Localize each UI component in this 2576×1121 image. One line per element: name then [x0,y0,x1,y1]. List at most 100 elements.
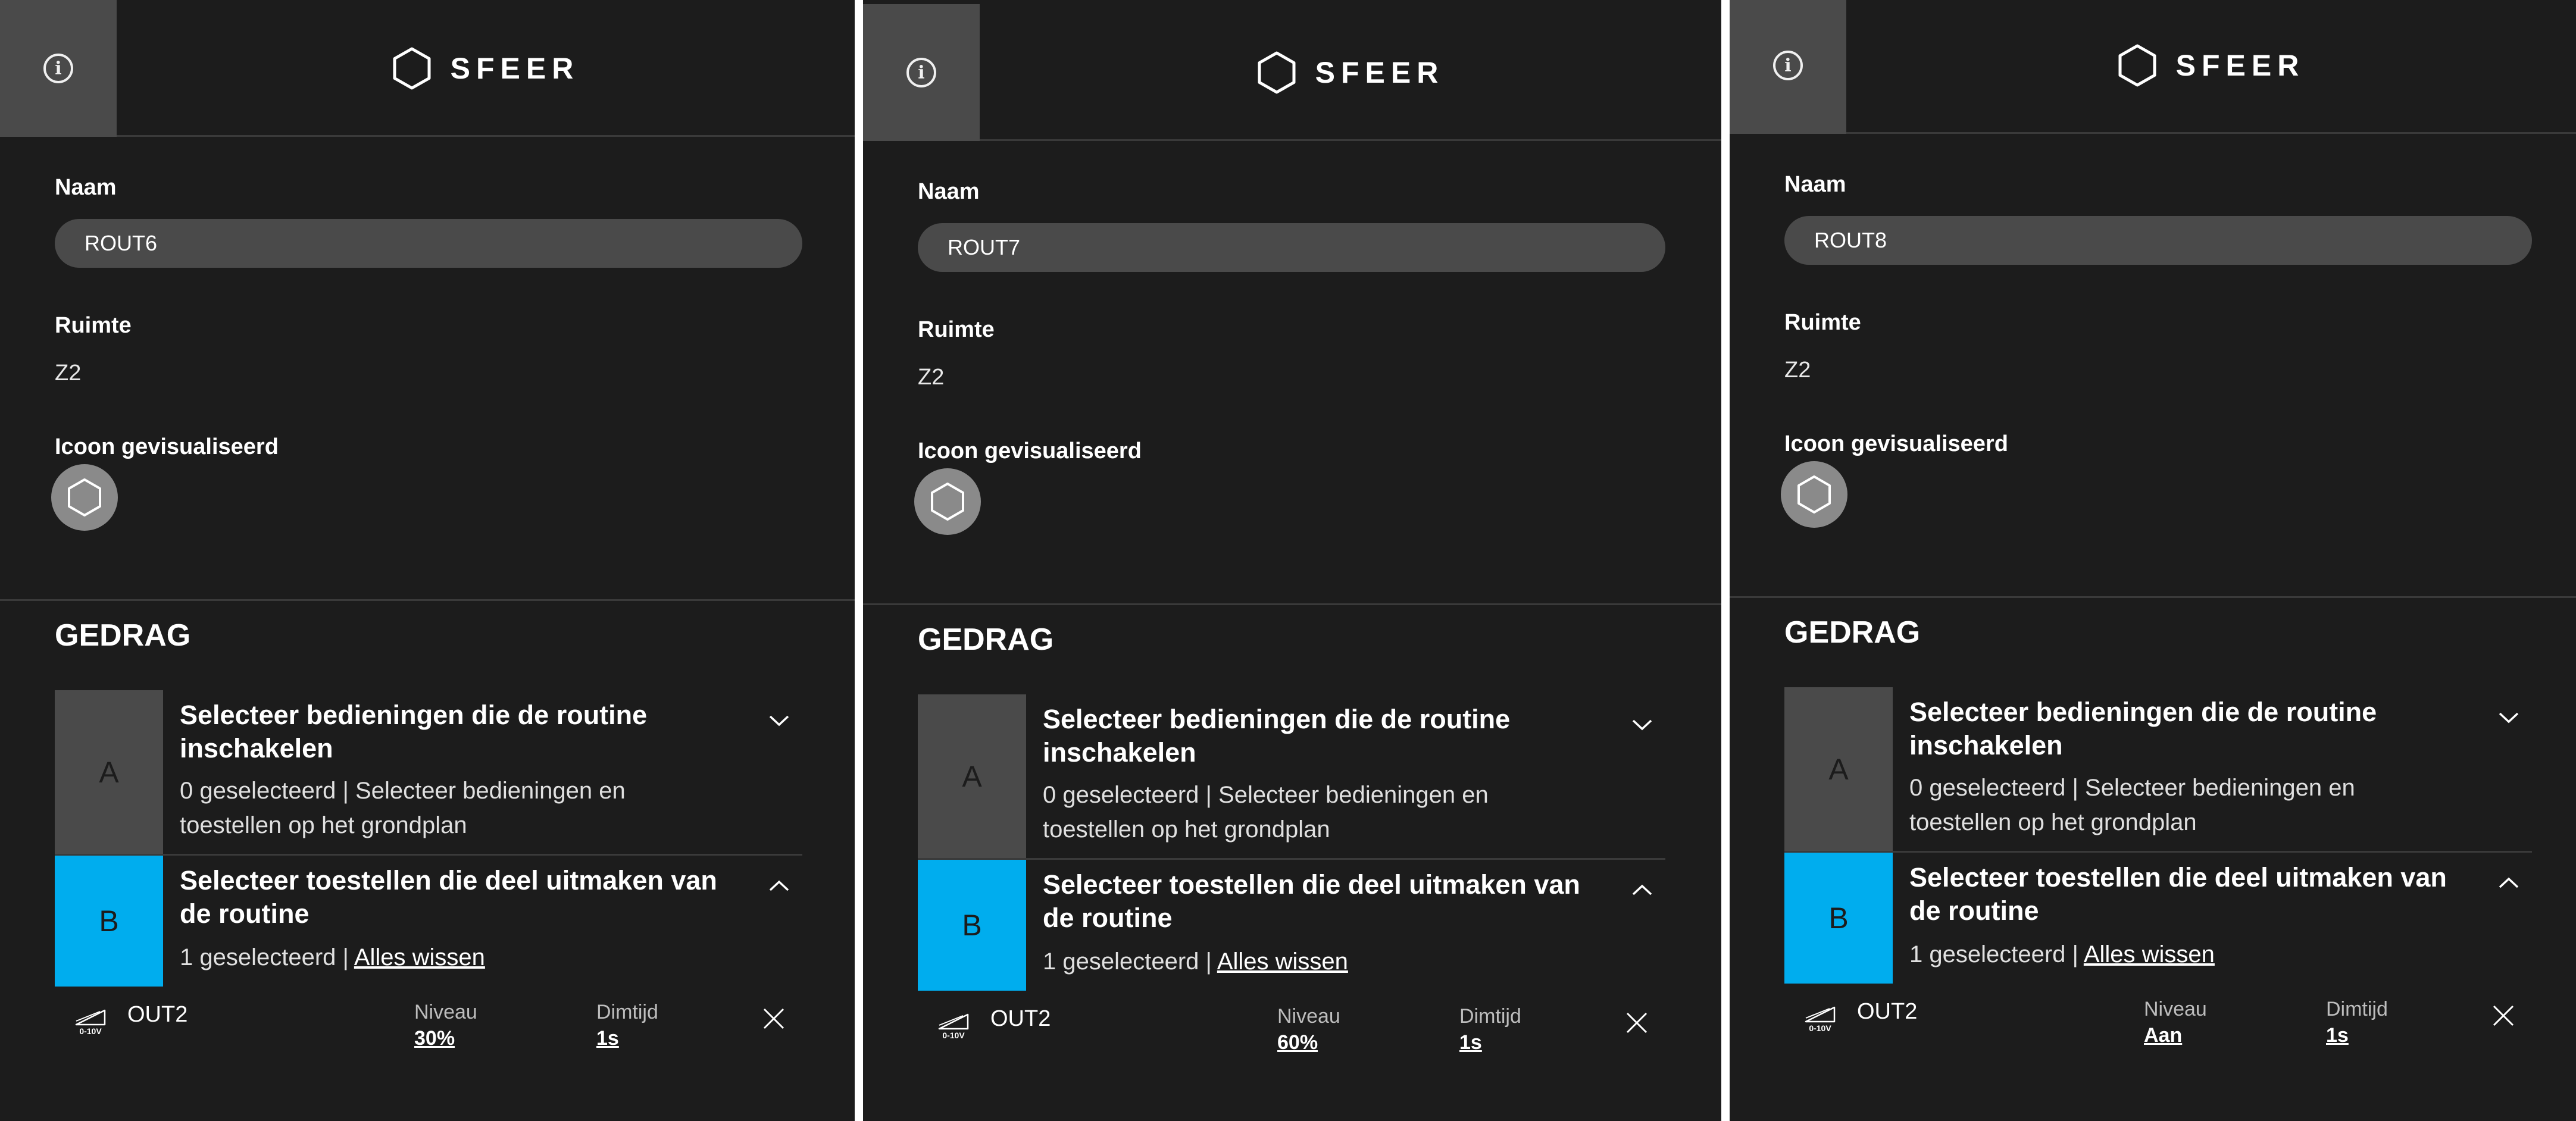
step-a-count: 0 geselecteerd [1043,782,1199,808]
hexagon-icon [1258,51,1296,94]
device-name: OUT2 [127,1002,188,1027]
hexagon-icon [393,47,431,90]
step-a-subtitle: 0 geselecteerd | Selecteer bedieningen e… [1909,775,2355,835]
routine-icon-picker[interactable] [51,464,118,531]
device-row: 0-10V OUT2 Niveau Aan Dimtijd 1s [1784,987,2532,1047]
behaviour-title: GEDRAG [918,622,1054,657]
step-b-title: Selecteer toestellen die deel uitmaken v… [180,865,717,929]
dimmer-0-10v-icon: 0-10V [75,1009,106,1036]
routine-icon-picker[interactable] [914,468,981,535]
step-a-title: Selecteer bedieningen die de routine ins… [1043,704,1511,768]
dim-time-value[interactable]: 1s [596,1027,619,1050]
step-b-subtitle: 1 geselecteerd | Alles wissen [1043,948,1348,975]
info-icon: i [906,58,936,87]
dimmer-icon-text: 0-10V [1809,1023,1831,1033]
level-value[interactable]: Aan [2144,1024,2182,1047]
brand-name: SFEER [2175,49,2305,82]
step-b-box: B [1784,853,1893,984]
routine-panel: i SFEER Naam ROUT7 Ruimte Z2 Icoon gevis… [863,0,1721,1121]
step-a-box: A [55,690,163,854]
step-a-subtitle: 0 geselecteerd | Selecteer bedieningen e… [180,778,626,838]
hexagon-icon [2118,44,2156,87]
clear-all-link[interactable]: Alles wissen [354,944,485,970]
step-a-row[interactable]: A Selecteer bedieningen die de routine i… [1784,687,2532,853]
name-input[interactable]: ROUT7 [918,223,1665,272]
hexagon-icon [931,483,964,521]
chevron-down-icon[interactable] [764,706,794,735]
behaviour-title: GEDRAG [55,618,191,653]
room-label: Ruimte [918,317,995,342]
close-icon[interactable] [1624,1010,1650,1036]
step-a-title: Selecteer bedieningen die de routine ins… [1909,697,2377,760]
name-label: Naam [918,179,980,204]
step-b-row[interactable]: B Selecteer toestellen die deel uitmaken… [1784,853,2532,984]
chevron-down-icon[interactable] [1627,710,1657,740]
routine-info-section: Naam ROUT8 Ruimte Z2 Icoon gevisualiseer… [1730,134,2576,598]
step-b-subtitle: 1 geselecteerd | Alles wissen [1909,941,2215,967]
step-b-title: Selecteer toestellen die deel uitmaken v… [1909,862,2447,926]
step-b-row[interactable]: B Selecteer toestellen die deel uitmaken… [918,860,1665,991]
level-label: Niveau [1277,1005,1340,1028]
level-label: Niveau [2144,998,2207,1020]
header: i SFEER [1730,0,2576,134]
step-a-row[interactable]: A Selecteer bedieningen die de routine i… [918,694,1665,860]
level-label: Niveau [414,1001,477,1023]
step-b-title: Selecteer toestellen die deel uitmaken v… [1043,869,1580,933]
room-label: Ruimte [55,313,132,338]
clear-all-link[interactable]: Alles wissen [2084,941,2215,967]
close-icon[interactable] [761,1006,787,1032]
name-input[interactable]: ROUT8 [1784,216,2532,265]
chevron-down-icon[interactable] [2494,703,2524,732]
step-b-count: 1 geselecteerd [1909,941,2066,967]
info-button[interactable]: i [1730,0,1846,134]
room-value: Z2 [1784,358,1811,383]
dim-time-label: Dimtijd [1459,1005,1521,1028]
step-b-count: 1 geselecteerd [1043,948,1199,975]
level-value[interactable]: 60% [1277,1031,1318,1054]
clear-all-link[interactable]: Alles wissen [1217,948,1348,975]
brand-name: SFEER [450,52,580,85]
brand-logo: SFEER [980,4,1721,141]
info-button[interactable]: i [863,4,980,141]
dimmer-icon-text: 0-10V [79,1026,102,1036]
step-a-count: 0 geselecteerd [1909,775,2066,801]
routine-info-section: Naam ROUT7 Ruimte Z2 Icoon gevisualiseer… [863,141,1721,605]
step-b-subtitle: 1 geselecteerd | Alles wissen [180,944,485,970]
chevron-up-icon[interactable] [2494,868,2524,898]
step-b-row[interactable]: B Selecteer toestellen die deel uitmaken… [55,856,802,987]
header: i SFEER [863,4,1721,141]
name-input-value: ROUT8 [1814,228,1887,252]
device-row: 0-10V OUT2 Niveau 30% Dimtijd 1s [55,990,802,1050]
room-label: Ruimte [1784,310,1861,335]
chevron-up-icon[interactable] [1627,875,1657,905]
routine-icon-picker[interactable] [1781,461,1847,528]
chevron-up-icon[interactable] [764,871,794,901]
dim-time-value[interactable]: 1s [1459,1031,1482,1054]
step-b-box: B [918,860,1026,991]
step-a-count: 0 geselecteerd [180,778,336,804]
step-a-row[interactable]: A Selecteer bedieningen die de routine i… [55,690,802,856]
level-value[interactable]: 30% [414,1027,455,1050]
dim-time-value[interactable]: 1s [2326,1024,2349,1047]
step-a-title: Selecteer bedieningen die de routine ins… [180,700,648,763]
panel-content: i SFEER Naam ROUT6 Ruimte Z2 Icoon gevis… [0,0,855,1050]
name-input-value: ROUT7 [948,235,1021,259]
close-icon[interactable] [2490,1003,2516,1029]
brand-logo: SFEER [117,0,855,137]
dimmer-icon-text: 0-10V [942,1031,965,1040]
device-name: OUT2 [1857,999,1918,1024]
name-label: Naam [55,175,117,200]
brand-name: SFEER [1315,56,1445,89]
dim-time-label: Dimtijd [596,1001,658,1023]
routine-info-section: Naam ROUT6 Ruimte Z2 Icoon gevisualiseer… [0,137,855,601]
info-icon: i [43,54,73,83]
brand-logo: SFEER [1846,0,2576,134]
step-b-box: B [55,856,163,987]
room-value: Z2 [55,361,82,386]
routine-panel: i SFEER Naam ROUT6 Ruimte Z2 Icoon gevis… [0,0,855,1121]
name-input-value: ROUT6 [85,231,158,255]
device-name: OUT2 [990,1006,1051,1031]
room-value: Z2 [918,365,945,390]
info-button[interactable]: i [0,0,117,137]
name-input[interactable]: ROUT6 [55,219,802,268]
